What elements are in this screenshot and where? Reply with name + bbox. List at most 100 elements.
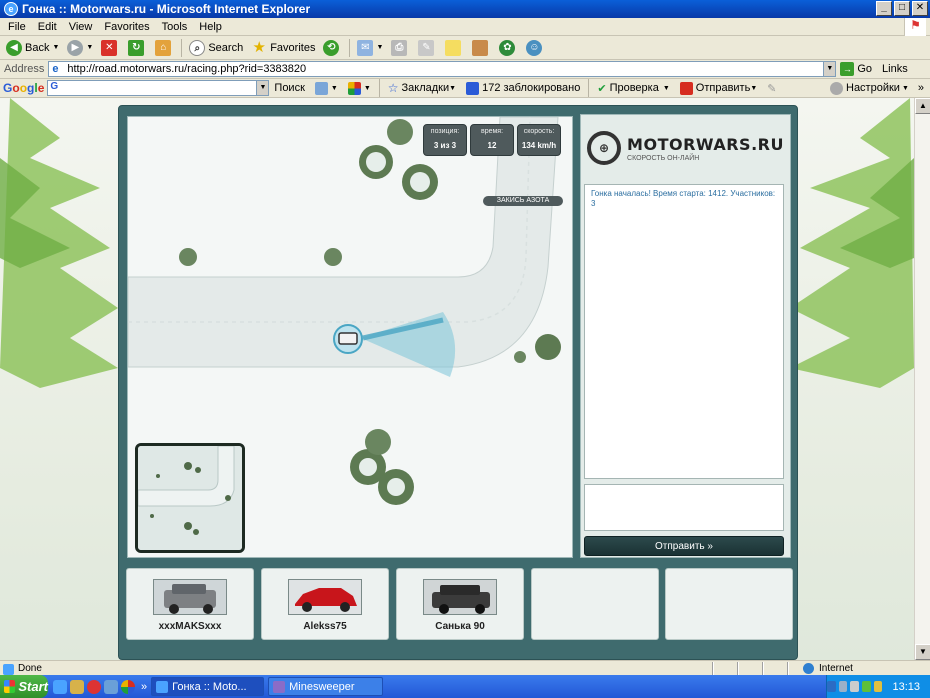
player-slot-3[interactable]: Санька 90 <box>396 568 524 640</box>
go-arrow-icon: → <box>840 62 855 76</box>
messenger-button[interactable]: ✿ <box>495 37 522 59</box>
google-pagerank[interactable]: ▼ <box>343 81 376 95</box>
title-bar: e Гонка :: Motorwars.ru - Microsoft Inte… <box>0 0 930 18</box>
google-search-dropdown-icon[interactable]: ▼ <box>257 80 270 96</box>
home-icon: ⌂ <box>155 39 172 56</box>
ie-quicklaunch-icon[interactable] <box>53 679 67 694</box>
address-label: Address <box>4 63 45 75</box>
send-to-button[interactable]: Отправить ▼ <box>675 81 762 95</box>
player-slot-1[interactable]: xxxMAKSxxx <box>126 568 254 640</box>
maximize-button[interactable]: □ <box>894 1 910 16</box>
volume-icon[interactable] <box>873 681 883 692</box>
address-input[interactable]: http://road.motorwars.ru/racing.php?rid=… <box>48 61 825 77</box>
settings-button[interactable]: Настройки ▼ <box>825 81 914 95</box>
toolbar-separator <box>588 79 590 97</box>
player-name: Alekss75 <box>303 621 347 632</box>
chrome-quicklaunch-icon[interactable] <box>121 679 135 694</box>
star-icon: ★ <box>252 38 266 56</box>
minimize-button[interactable]: _ <box>876 1 892 16</box>
stop-button[interactable]: ✕ <box>97 37 124 59</box>
google-toolbar: Google ▼ Поиск ▼ ▼ ☆Закладки▼ 172 заблок… <box>0 79 930 98</box>
search-button[interactable]: ⌕ Search <box>185 37 247 59</box>
bookmarks-button[interactable]: ☆ Закладки ▼ <box>383 81 461 95</box>
minesweeper-icon <box>273 680 286 693</box>
back-dropdown-icon[interactable]: ▼ <box>52 44 59 51</box>
popup-blocker-icon <box>466 81 480 95</box>
mail-dropdown-icon[interactable]: ▼ <box>376 44 383 51</box>
menu-favorites[interactable]: Favorites <box>98 21 155 33</box>
print-button[interactable]: ⎙ <box>387 37 414 59</box>
chat-log: Гонка началась! Время старта: 1412. Учас… <box>584 184 784 479</box>
taskbar: Start » Гонка :: Moto... Minesweeper 13:… <box>0 675 930 698</box>
spellcheck-button[interactable]: ✔ Проверка ▼ <box>592 82 674 95</box>
stop-icon: ✕ <box>101 39 118 56</box>
motorwars-logo[interactable]: ⊕ MOTORWARS.RU СКОРОСТЬ ОН-ЛАЙН <box>580 114 791 182</box>
toolbar-separator <box>181 38 183 57</box>
go-button[interactable]: → Go <box>840 62 872 76</box>
status-separator <box>712 661 714 675</box>
back-button[interactable]: ◀ Back ▼ <box>2 37 63 59</box>
decorative-leaf-right <box>790 98 914 388</box>
menu-edit[interactable]: Edit <box>32 21 63 33</box>
desktop-quicklaunch-icon[interactable] <box>104 679 118 694</box>
status-separator <box>787 661 789 675</box>
address-dropdown-icon[interactable]: ▼ <box>824 61 837 77</box>
links-button[interactable]: Links <box>882 63 908 75</box>
send-icon <box>679 81 693 95</box>
nitro-button[interactable]: ЗАКИСЬ АЗОТА <box>483 196 563 206</box>
history-button[interactable]: ⟲ <box>319 37 346 59</box>
quick-launch <box>53 679 135 694</box>
back-arrow-icon: ◀ <box>6 39 22 56</box>
favorites-button[interactable]: ★ Favorites <box>247 37 319 59</box>
forward-dropdown-icon[interactable]: ▼ <box>86 44 93 51</box>
scroll-down-icon[interactable]: ▼ <box>915 644 930 660</box>
research-button[interactable] <box>468 37 495 59</box>
discuss-button[interactable] <box>441 37 468 59</box>
tray-icon-2[interactable] <box>838 681 848 692</box>
menu-view[interactable]: View <box>63 21 99 33</box>
player-slot-empty-4 <box>531 568 659 640</box>
edit-button[interactable]: ✎ <box>414 37 441 59</box>
messenger-icon: ✿ <box>499 39 516 56</box>
taskbar-item-ie[interactable]: Гонка :: Moto... <box>151 677 265 696</box>
settings-icon <box>830 81 843 95</box>
popup-blocker[interactable]: 172 заблокировано <box>461 81 585 95</box>
home-button[interactable]: ⌂ <box>151 37 178 59</box>
close-button[interactable]: ✕ <box>912 1 928 16</box>
google-search-button[interactable]: Поиск <box>269 82 309 94</box>
taskbar-chevron-icon[interactable]: » <box>141 681 147 693</box>
tray-icon-4[interactable] <box>862 681 871 692</box>
menu-tools[interactable]: Tools <box>156 21 194 33</box>
scroll-up-icon[interactable]: ▲ <box>915 98 930 114</box>
vertical-scrollbar[interactable]: ▲ ▼ <box>914 98 930 660</box>
google-logo[interactable]: Google <box>0 81 47 95</box>
status-text: Done <box>0 663 600 675</box>
menu-file[interactable]: File <box>2 21 32 33</box>
status-separator <box>737 661 739 675</box>
mail-button[interactable]: ✉ ▼ <box>353 37 387 59</box>
tray-icon-1[interactable] <box>827 681 836 692</box>
clock[interactable]: 13:13 <box>892 681 920 693</box>
check-icon: ✔ <box>597 82 607 95</box>
google-search-input[interactable] <box>47 80 258 96</box>
explorer-quicklaunch-icon[interactable] <box>70 679 84 694</box>
tray-icon-3[interactable] <box>850 681 860 692</box>
contacts-button[interactable]: ☺ <box>522 37 549 59</box>
note-icon <box>445 39 462 56</box>
send-button[interactable]: Отправить » <box>584 536 784 556</box>
opera-quicklaunch-icon[interactable] <box>87 679 101 694</box>
highlight-button[interactable]: ✎ <box>762 82 781 95</box>
player-slot-empty-5 <box>665 568 793 640</box>
chat-input[interactable] <box>584 484 784 531</box>
google-news-button[interactable]: ▼ <box>310 81 343 95</box>
forward-button[interactable]: ▶ ▼ <box>63 37 97 59</box>
toolbar-chevron-icon[interactable]: » <box>914 82 930 94</box>
menu-help[interactable]: Help <box>193 21 228 33</box>
player-slot-2[interactable]: Alekss75 <box>261 568 389 640</box>
start-button[interactable]: Start <box>0 675 48 698</box>
taskbar-item-minesweeper[interactable]: Minesweeper <box>268 677 384 696</box>
status-separator <box>762 661 764 675</box>
refresh-button[interactable]: ↻ <box>124 37 151 59</box>
printer-icon: ⎙ <box>391 39 408 56</box>
minimap-track <box>138 446 242 550</box>
